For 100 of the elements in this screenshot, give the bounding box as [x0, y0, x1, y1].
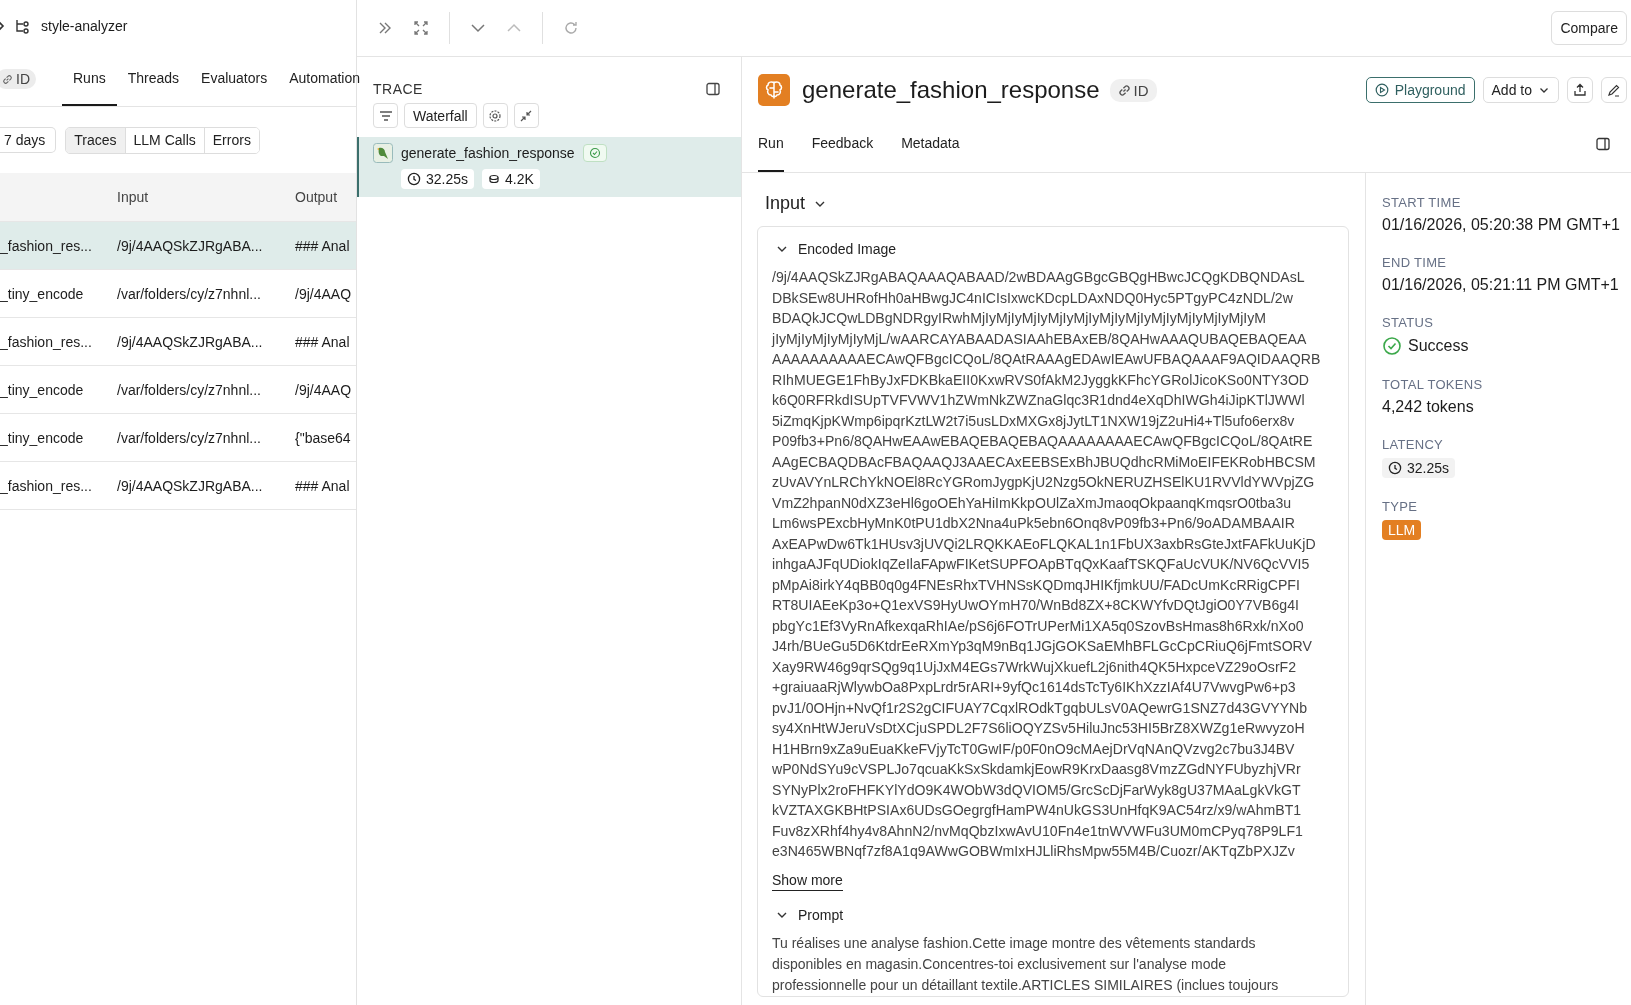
table-cell-text: _fashion_res...	[0, 333, 93, 350]
compare-button[interactable]: Compare	[1551, 11, 1627, 45]
show-more-link[interactable]: Show more	[772, 861, 843, 891]
brain-icon	[758, 74, 790, 106]
column-header: Input	[117, 189, 150, 205]
field-label: TYPE	[1382, 499, 1418, 514]
collapse-button[interactable]	[513, 103, 539, 128]
tab[interactable]: Evaluators	[190, 52, 279, 106]
field-label: START TIME	[1382, 195, 1461, 210]
table-cell-text: /var/folders/cy/z7nhnl...	[117, 381, 262, 398]
code-line: P09fb3+Pn6/8QAHwEAAwEBAQEBAQEBAQAAAAAAAAECAwQFBgcICQoL/8QAtRE	[772, 432, 1314, 451]
filter-icon	[378, 108, 393, 123]
code-line: 5iZmqKjpKWmp6ipqrKztLW2t7i5usLDxMXGx8jJytLT1NXW19jZ2uHi4+Tl5ufo6erx8v	[772, 411, 1296, 431]
code-line: DBkSEw8UHRofHh0aHBwgJC4nICIsIxwcKDcpLDAxNDQ0Hyc5PTgyPC4zNDL/2w	[772, 288, 1294, 308]
tab[interactable]: Threads	[116, 52, 191, 106]
share-button[interactable]	[1567, 77, 1593, 103]
code-line: +graiuaaRjWlywbOa8PxpLrdr5rARI+9yfQc1614dsTcTy6IKhXzzIAf4U7VwvgPw6+p3	[772, 678, 1297, 697]
id-badge[interactable]: ID	[1109, 78, 1157, 102]
prompt-text: Tu réalises une analyse fashion.Cette image montre des vêtements standards disponibles en magasin.Concentres-toi exclusivement sur l'analyse mode professionnelle pour un détaillant textile.ARTICLES SIMILAIRES (inclues toujours	[772, 933, 1280, 995]
code-line: AAAAAAAAAAECAwQFBgcICQoL/8QAtRAAAgEDAwIEAwUFBAQAAAF9AQIDAAQRB	[772, 350, 1322, 369]
project-icon	[15, 18, 31, 34]
tab[interactable]: Feedback	[811, 116, 874, 172]
status-value: Success	[1408, 337, 1469, 355]
trace-title: TRACE	[373, 81, 423, 97]
code-line: AxEAPwDw6Tk1HUsv3jUVQi2LRQKKAEoFLQKAL1n1FbUX3axbRsGteJxtFAFkUuKjD	[772, 534, 1317, 554]
table-cell-text: /var/folders/cy/z7nhnl...	[117, 429, 262, 446]
node-name: generate_fashion_response	[401, 145, 575, 161]
table-row[interactable]: _fashion_res... /9j/4AAQSkZJRgABA... ### Anal	[0, 318, 356, 366]
settings-button[interactable]	[482, 103, 508, 128]
table-cell-text: ### Anal	[295, 237, 351, 254]
tokens-value: 4.2K	[505, 171, 534, 187]
edit-button[interactable]	[1601, 77, 1627, 103]
code-line: kVZTAXGKBHtPSIAx6UDsGOegrgfHamPW4nUkGS3UnHfqK9AC54rz/x9/wAhmBT1	[772, 801, 1303, 820]
clock-icon	[407, 172, 421, 186]
input-dropdown[interactable]: Input	[757, 173, 836, 226]
latency-value: 32.25s	[1407, 460, 1450, 476]
add-to-button[interactable]: Add to	[1482, 77, 1559, 103]
code-line: e3N465WBNqf7zf8A1q9AWwGOBWmIxHJLliRhsMpw55M4B/Cuozr/AKTqZbPXJZv	[772, 842, 1296, 861]
code-line: Lm6wsPExcbHyMnK0tPU1dbX2Nna4uPk5ebn6Onq8vP09fb3+Pn6/9oADAMBAAIR	[772, 514, 1296, 533]
tab[interactable]: Metadata	[901, 116, 960, 172]
playground-button[interactable]: Playground	[1365, 77, 1475, 103]
code-line: RT8UIAEeKp3o+Q1exVS9HyUwOYmH70/WnBd8ZX+8CKWYfvDQtJgiO0Y7VB6g4I	[772, 596, 1300, 615]
latency-value: 32.25s	[426, 171, 469, 187]
table-row[interactable]: _fashion_res... /9j/4AAQSkZJRgABA... ### Anal	[0, 462, 356, 510]
id-label: ID	[16, 71, 30, 87]
upload-icon	[1573, 83, 1587, 97]
code-line: wP0NdSYu9cVSPLJo7qcuaKkSxSkdamkjEowR9KrxDaasg8VmzZGdNYFUbyzhjVRr	[772, 760, 1302, 779]
tab[interactable]: Automation	[278, 52, 372, 106]
table-row[interactable]: _fashion_res... /9j/4AAQSkZJRgABA... ### Anal	[0, 222, 356, 270]
view-toggle[interactable]: Traces	[66, 127, 126, 153]
code-line: VmZ2hpanN0dXZ3eHl6goOEhYaHiImKkpOUlZaXmJmaoqOkpaanqKmqsrO0tba3u	[772, 493, 1293, 513]
table-row[interactable]: _tiny_encode /var/folders/cy/z7nhnl... /9j/4AAQ	[0, 270, 356, 318]
table-cell-text: _tiny_encode	[0, 381, 85, 398]
section-toggle[interactable]: Encoded Image	[772, 235, 901, 263]
panel-icon[interactable]	[705, 81, 721, 97]
code-line: pbgYc1Ef3VyRnAfkexqaRhIAe/pS6j6FOTrUPerMi1XA5q0SzovBsHmas8h6Rxk/nXo0	[772, 616, 1305, 636]
clock-icon	[1388, 461, 1402, 475]
table-cell-text: /9j/4AAQSkZJRgABA...	[117, 333, 264, 350]
pencil-icon	[1607, 83, 1621, 97]
trace-node[interactable]: generate_fashion_response 32.25s 4.2K	[357, 137, 741, 197]
table-cell-text: _tiny_encode	[0, 429, 85, 446]
table-cell-text: /9j/4AAQ	[295, 285, 353, 302]
table-cell-text: _tiny_encode	[0, 285, 85, 302]
id-badge[interactable]: ID	[0, 69, 36, 89]
code-line: BDAQkJCQwLDBgNDRgyIRwhMjIyMjIyMjIyMjIyMjIyMjIyMjIyMjIyMjIyMjIyMjIyM	[772, 309, 1268, 328]
type-badge: LLM	[1382, 520, 1422, 540]
double-chevron-icon[interactable]	[377, 20, 393, 36]
code-line: sy4XnHtWJeruVsDtXCjuSPDL2F7S6liOQYZSv5HiluJnc53HI5BrZ8XWZg1eRwvyzoH	[772, 719, 1306, 738]
table-cell-text: /9j/4AAQ	[295, 381, 353, 398]
id-label: ID	[1133, 81, 1149, 99]
fullscreen-icon[interactable]	[413, 20, 429, 36]
panel-icon[interactable]	[1595, 136, 1611, 152]
project-name[interactable]: style-analyzer	[41, 18, 128, 34]
code-line: H1HBrn9xZa9uEuaKkeFVjyTcT0GwIF/p0F0nO9cMAejDrVqNAnQVzvg2c7bu3J4BV	[772, 739, 1296, 759]
code-line: /9j/4AAQSkZJRgABAQAAAQABAAD/2wBDAAgGBgcGBQgHBwcJCQgKDBQNDAsL	[772, 268, 1306, 287]
link-icon	[1117, 83, 1131, 97]
code-line: pvJ1/0OHjn+NvQf1r2S2gCIFUAY7CqxlROdkTgqbULsV0AQewrG1SNZ7d43GVYYNb	[772, 698, 1309, 718]
table-row[interactable]: _tiny_encode /var/folders/cy/z7nhnl... {"base64	[0, 414, 356, 462]
code-line: k6Q0RFRkdISUpTVFVWV1hZWmNkZWZnaGlqc3R1dnd4eXqDhIWGh4iJipKTlJWWl	[772, 391, 1306, 410]
table-row[interactable]: _tiny_encode /var/folders/cy/z7nhnl... /9j/4AAQ	[0, 366, 356, 414]
code-line: RIhMUEGE1FhByJxFDKBkaEII0KxwRVS0fAkM2JyggkKFhcYGRolJicoKSo0NTY3OD	[772, 370, 1311, 390]
code-line: jIyMjIyMjIyMjIyMjL/wAARCAYABAADASIAAhEBAxEB/8QAHwAAAQUBAQEBAQEAA	[772, 329, 1308, 349]
field-label: TOTAL TOKENS	[1382, 377, 1483, 392]
collapse-icon	[519, 108, 534, 123]
date-filter[interactable]: 7 days	[0, 127, 57, 153]
refresh-icon[interactable]	[563, 20, 579, 36]
table-cell-text: /9j/4AAQSkZJRgABA...	[117, 237, 264, 254]
field-value: 4,242 tokens	[1382, 398, 1474, 416]
tab[interactable]: Runs	[62, 52, 117, 106]
table-cell-text: _fashion_res...	[0, 477, 93, 494]
bird-icon	[373, 143, 393, 163]
code-line: Fuv8zXRhf4hy4v8AhnN2/nvMqQbzIxwAvU10Fn4e1tnWVWFu3UM0mCPyq78P9LF1	[772, 821, 1304, 841]
code-line: inhgaAJFqUDiokIqZeIlaFApwFIKetSUPFOApBTqQxKaafTSKQFaUcVUK/NV6QcVVI5	[772, 555, 1311, 574]
code-line: pMpAi8irkY4qBB0q0g4FNEsRhxTVHNSsKQDmqJHIKfjmkUU/FADcUmKcRRigCPFI	[772, 575, 1301, 595]
filter-button[interactable]	[373, 103, 398, 128]
section-toggle[interactable]: Prompt	[772, 900, 848, 929]
waterfall-button[interactable]: Waterfall	[404, 103, 477, 128]
settings-icon	[488, 108, 503, 123]
code-line: SYNyPlx2roFHFKYlYdO9K4WObW3dQVIOM5/GrcScDjFarWyk8gU37MAaLgkVkGT	[772, 780, 1302, 800]
tab[interactable]: Run	[758, 116, 784, 172]
